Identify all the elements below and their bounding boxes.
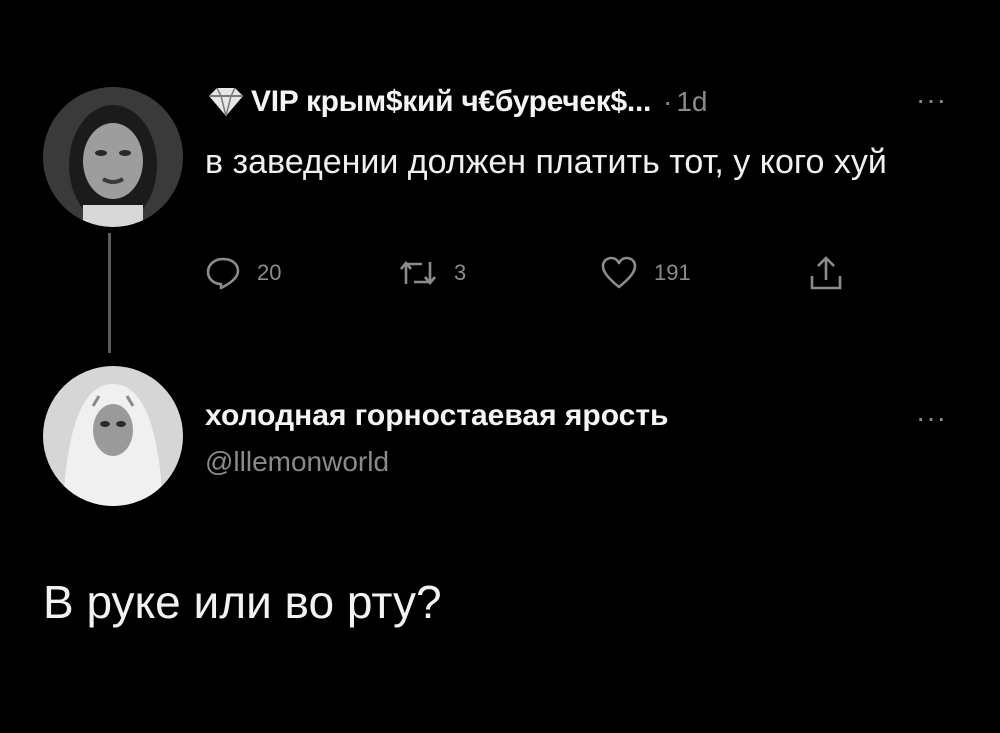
like-button[interactable]: 191 — [600, 256, 691, 290]
reply-icon — [206, 257, 240, 290]
heart-icon — [601, 256, 637, 289]
share-icon — [810, 256, 842, 290]
share-button[interactable] — [808, 254, 844, 292]
tweet-1-author-name[interactable]: VIP крым$кий ч€буречек$... — [251, 85, 651, 119]
thread-connector-line — [108, 233, 111, 353]
tweet-2-author-handle[interactable]: @lllemonworld — [205, 446, 389, 478]
more-options-icon[interactable]: ··· — [916, 84, 947, 116]
tweet-1-avatar[interactable] — [43, 87, 183, 227]
tweet-1-text: в заведении должен платить тот, у кого х… — [205, 143, 887, 181]
tweet-1-timestamp[interactable]: 1d — [676, 86, 707, 118]
avatar-photo-icon — [43, 87, 183, 227]
tweet-2-text: В руке или во рту? — [43, 576, 442, 628]
retweet-icon — [400, 260, 436, 286]
more-options-icon[interactable]: ··· — [916, 402, 947, 434]
tweet-2-avatar[interactable] — [43, 366, 183, 506]
reply-count: 20 — [257, 260, 282, 285]
tweet-2-author-name[interactable]: холодная горностаевая ярость — [205, 399, 669, 433]
like-count: 191 — [654, 260, 691, 285]
diamond-icon — [209, 87, 243, 117]
retweet-button[interactable]: 3 — [398, 256, 466, 290]
retweet-count: 3 — [454, 260, 467, 285]
tweet-1-header: VIP крым$кий ч€буречек$... · 1d — [205, 82, 708, 122]
tweet-1-separator: · — [663, 86, 673, 117]
reply-button[interactable]: 20 — [205, 256, 281, 290]
avatar-photo-icon — [43, 366, 183, 506]
